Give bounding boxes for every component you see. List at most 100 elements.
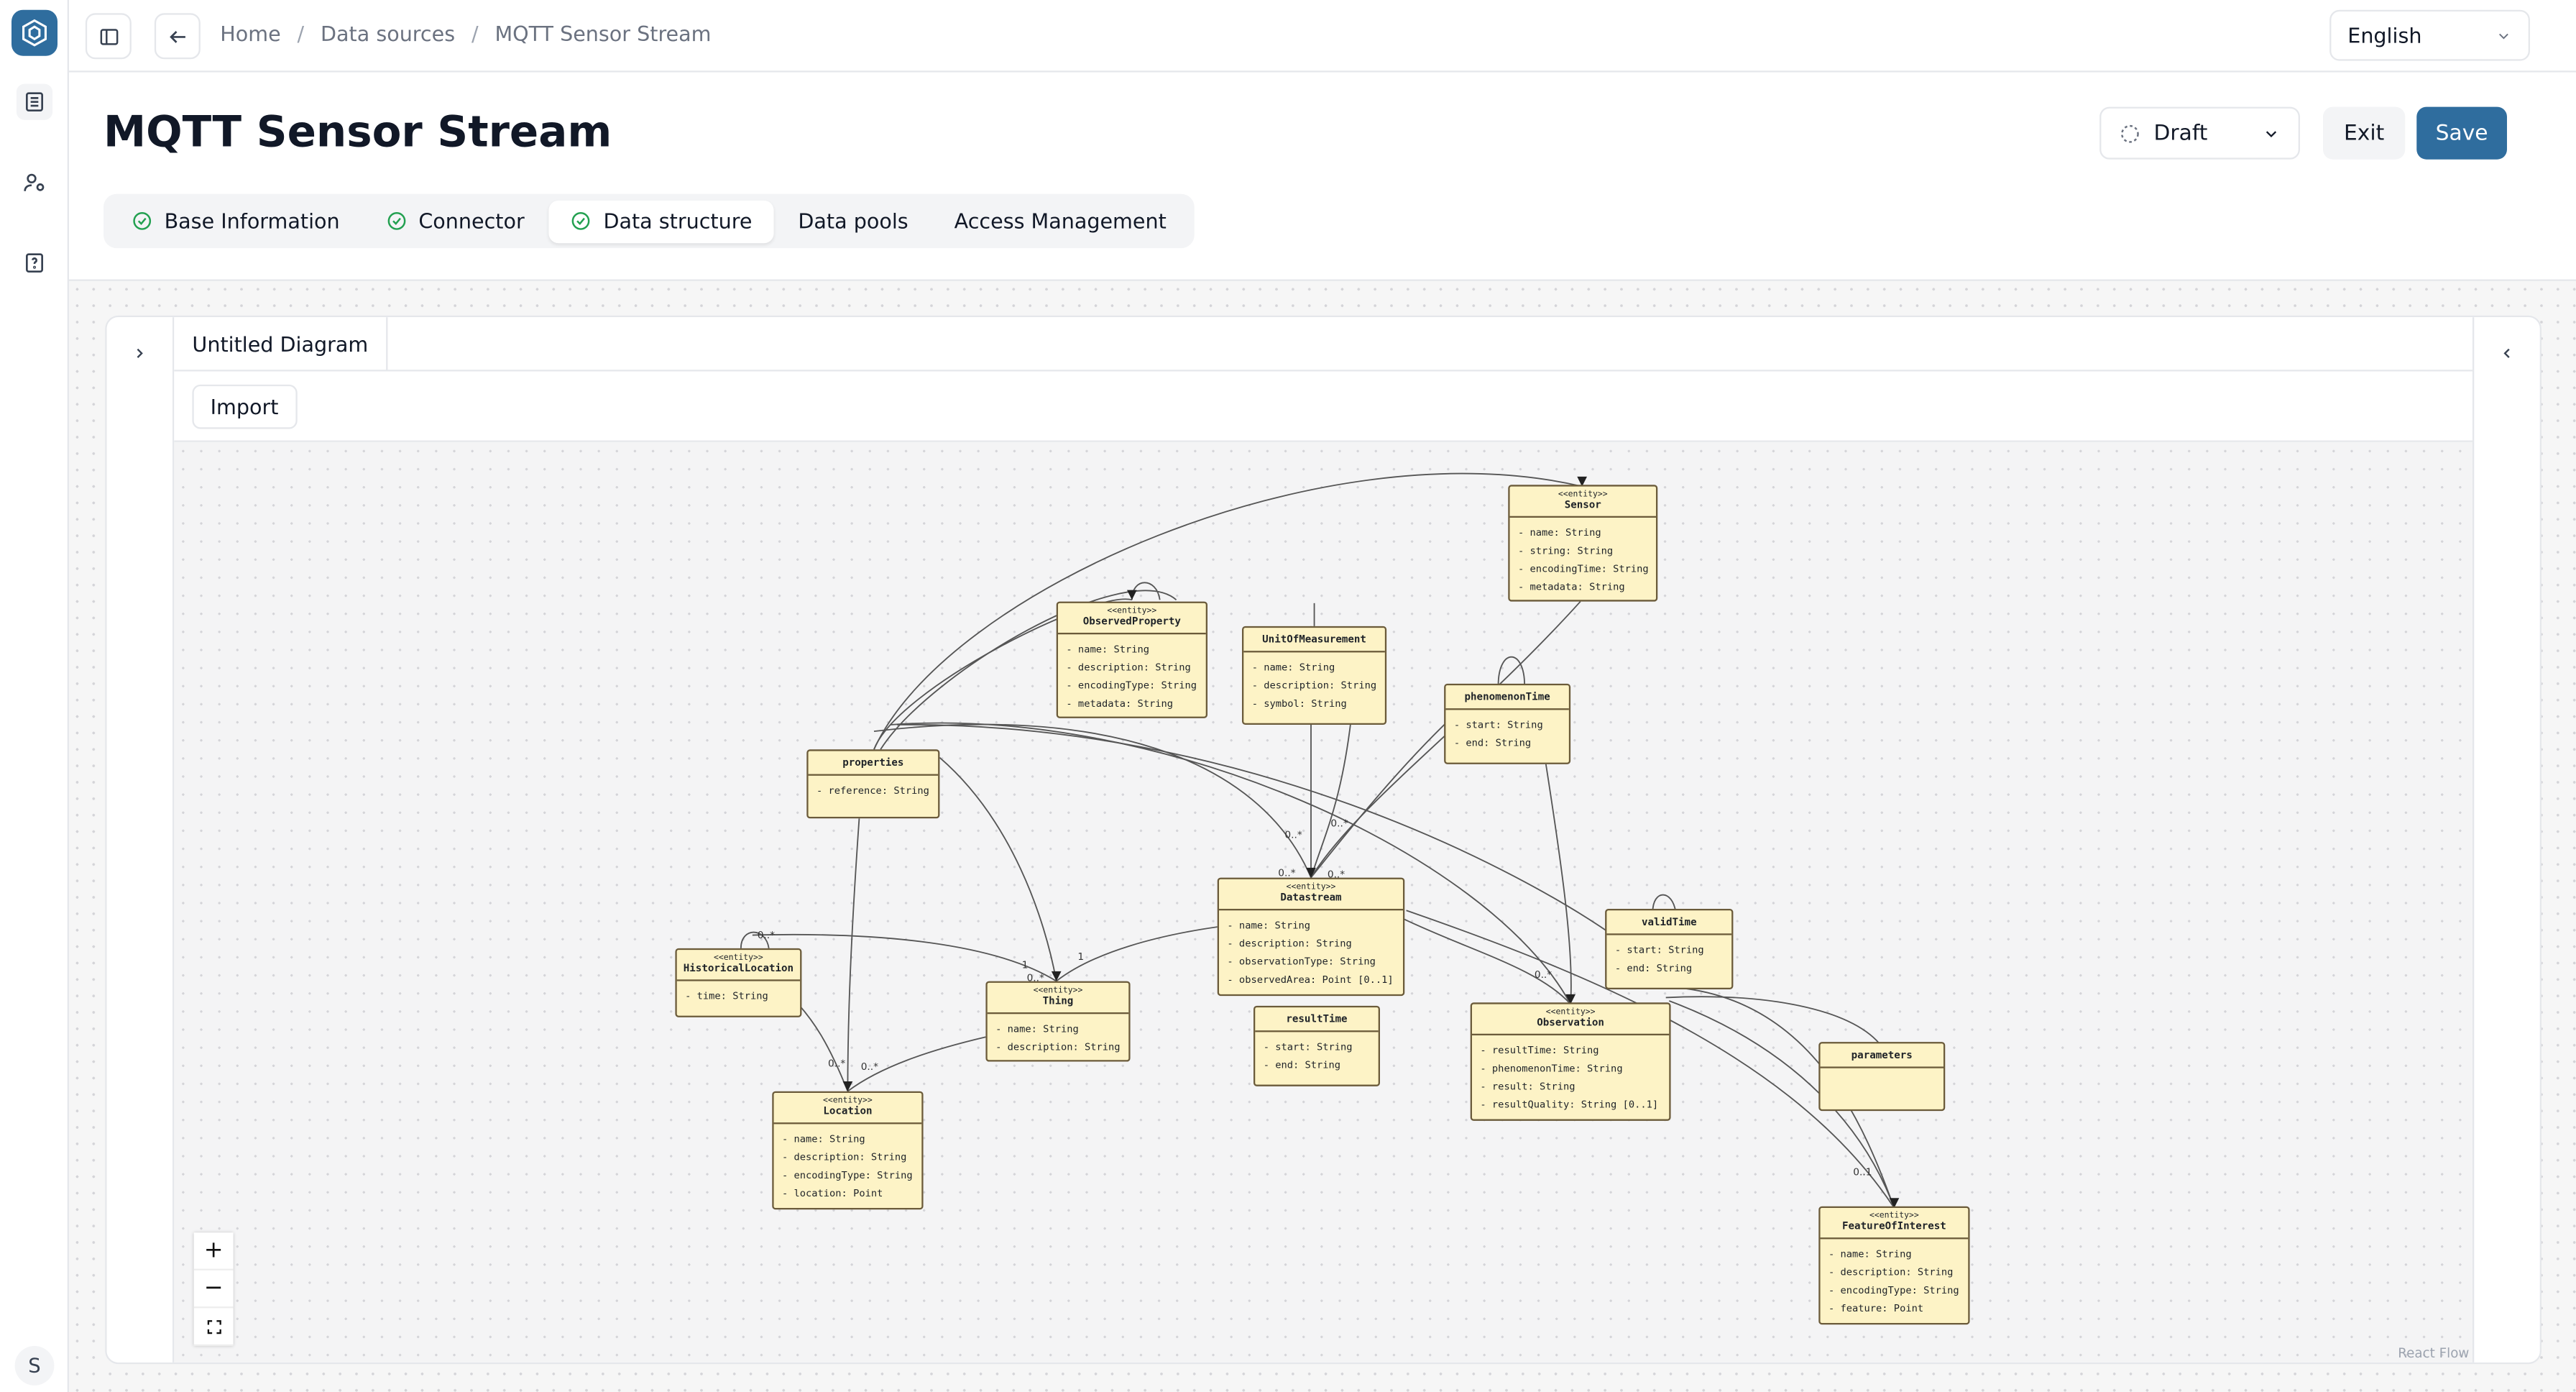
right-panel (2472, 317, 2540, 1363)
node-title: properties (808, 751, 939, 776)
attribute: - start: String (1614, 945, 1704, 957)
edge-properties-location (847, 818, 860, 1091)
tab-label: Data structure (603, 209, 753, 234)
node-title: Sensor (1509, 500, 1656, 518)
diagram-tab[interactable]: Untitled Diagram (174, 317, 388, 372)
multiplicity-label: 1 (1021, 959, 1029, 971)
attribute: - description: String (995, 1042, 1121, 1054)
node-observed-property[interactable]: <<entity>> ObservedProperty - name: Stri… (1056, 601, 1208, 720)
fit-view-icon (206, 1319, 221, 1334)
attribute: - feature: Point (1828, 1303, 1924, 1315)
node-sensor[interactable]: <<entity>> Sensor - name: String - strin… (1508, 485, 1658, 603)
attribute: - string: String (1517, 545, 1614, 557)
list-icon[interactable] (16, 83, 53, 120)
zoom-in-button[interactable]: + (193, 1232, 234, 1270)
node-result-time[interactable]: resultTime - start: String - end: String (1253, 1005, 1380, 1086)
node-title: Observation (1471, 1017, 1670, 1035)
zoom-out-button[interactable]: − (193, 1270, 234, 1309)
attribute: - description: String (1066, 662, 1191, 674)
breadcrumb-home[interactable]: Home (220, 22, 280, 46)
import-button[interactable]: Import (192, 384, 297, 429)
fit-view-button[interactable] (193, 1308, 234, 1346)
tab-access-management[interactable]: Access Management (933, 200, 1188, 242)
sidebar-toggle-button[interactable] (85, 13, 132, 60)
multiplicity-label: 0..* (1284, 830, 1302, 842)
attribute: - name: String (1066, 644, 1150, 656)
status-select[interactable]: Draft (2099, 106, 2300, 160)
attribute: - description: String (1227, 938, 1352, 951)
status-value: Draft (2153, 120, 2208, 146)
node-title: Datastream (1218, 892, 1403, 911)
edge-uom-datastream-2 (1310, 724, 1351, 878)
tab-label: Data pools (798, 209, 908, 234)
node-attributes: - start: String - end: String (1255, 1032, 1378, 1081)
diagram-toolbar: Import (174, 371, 2476, 442)
node-attributes: - name: String - description: String - e… (1058, 634, 1206, 720)
node-observation[interactable]: <<entity>> Observation - resultTime: Str… (1470, 1002, 1671, 1121)
node-datastream[interactable]: <<entity>> Datastream - name: String - d… (1217, 877, 1405, 997)
attribute: - description: String (781, 1152, 907, 1164)
react-flow-attribution[interactable]: React Flow (2398, 1346, 2469, 1361)
back-button[interactable] (154, 13, 201, 60)
node-feature-of-interest[interactable]: <<entity>> FeatureOfInterest - name: Str… (1818, 1206, 1970, 1325)
node-attributes: - name: String - description: String - s… (1243, 652, 1385, 720)
language-select[interactable]: English (2329, 9, 2530, 61)
multiplicity-label: 1 (1077, 951, 1085, 963)
save-button[interactable]: Save (2416, 106, 2507, 160)
node-attributes: - start: String - end: String (1445, 710, 1568, 759)
arrowhead (1126, 590, 1137, 600)
attribute: - name: String (1517, 527, 1601, 539)
node-attributes: - name: String - description: String (988, 1014, 1129, 1063)
tab-data-pools[interactable]: Data pools (777, 200, 930, 242)
check-circle-icon (572, 212, 590, 230)
multiplicity-label: 0..1 (1853, 1166, 1872, 1178)
node-valid-time[interactable]: validTime - start: String - end: String (1605, 908, 1734, 989)
tab-label: Base Information (164, 209, 340, 234)
help-document-icon[interactable] (17, 245, 52, 281)
work-area: Untitled Diagram Import <<entity>> Senso… (68, 279, 2576, 1392)
expand-right-panel-button[interactable] (2490, 337, 2524, 370)
node-attributes: - name: String - string: String - encodi… (1510, 518, 1656, 603)
attribute: - time: String (685, 991, 768, 1003)
stereotype-label: <<entity>> (1107, 606, 1157, 617)
node-thing[interactable]: <<entity>> Thing - name: String - descri… (985, 981, 1131, 1063)
user-settings-icon[interactable] (17, 165, 52, 201)
user-avatar[interactable]: S (14, 1345, 55, 1386)
chevron-right-icon (137, 348, 143, 358)
node-unit-of-measurement[interactable]: UnitOfMeasurement - name: String - descr… (1241, 626, 1387, 725)
sidebar-icon (99, 28, 118, 45)
edge-properties-thing (939, 757, 1057, 981)
node-title: ObservedProperty (1057, 616, 1206, 635)
multiplicity-label: 0..* (1026, 973, 1044, 985)
breadcrumb-current: MQTT Sensor Stream (494, 21, 712, 46)
attribute: - start: String (1453, 720, 1543, 732)
attribute: - name: String (781, 1134, 865, 1146)
flow-canvas[interactable]: <<entity>> Sensor - name: String - strin… (174, 441, 2476, 1363)
breadcrumb: Home / Data sources / MQTT Sensor Stream (220, 22, 711, 46)
attribute: - encodingType: String (1828, 1285, 1959, 1297)
node-attributes: - resultTime: String - phenomenonTime: S… (1472, 1035, 1669, 1121)
attribute: - observationType: String (1227, 956, 1376, 969)
node-properties[interactable]: properties - reference: String (806, 749, 940, 819)
tab-connector[interactable]: Connector (364, 200, 546, 242)
tab-data-structure[interactable]: Data structure (549, 199, 774, 243)
node-parameters[interactable]: parameters (1818, 1042, 1946, 1112)
tab-base-information[interactable]: Base Information (110, 200, 361, 242)
multiplicity-label: 0..* (757, 930, 776, 942)
step-tabs: Base Information Connector Data structur… (103, 193, 1195, 249)
attribute: - name: String (1227, 920, 1311, 932)
attribute: - phenomenonTime: String (1480, 1063, 1623, 1075)
stereotype-label: <<entity>> (1545, 1007, 1596, 1017)
node-phenomenon-time[interactable]: phenomenonTime - start: String - end: St… (1444, 683, 1571, 764)
app-logo-icon[interactable] (11, 9, 58, 56)
multiplicity-label: 0..* (1330, 818, 1348, 830)
node-historical-location[interactable]: <<entity>> HistoricalLocation - time: St… (675, 948, 802, 1017)
node-title: resultTime (1255, 1007, 1379, 1032)
node-location[interactable]: <<entity>> Location - name: String - des… (772, 1091, 924, 1210)
node-title: FeatureOfInterest (1820, 1221, 1969, 1240)
attribute: - encodingTime: String (1517, 563, 1649, 575)
exit-button[interactable]: Exit (2322, 106, 2406, 160)
node-attributes: - name: String - description: String - e… (1821, 1239, 1969, 1324)
expand-left-panel-button[interactable] (123, 337, 156, 370)
breadcrumb-data-sources[interactable]: Data sources (321, 22, 455, 46)
